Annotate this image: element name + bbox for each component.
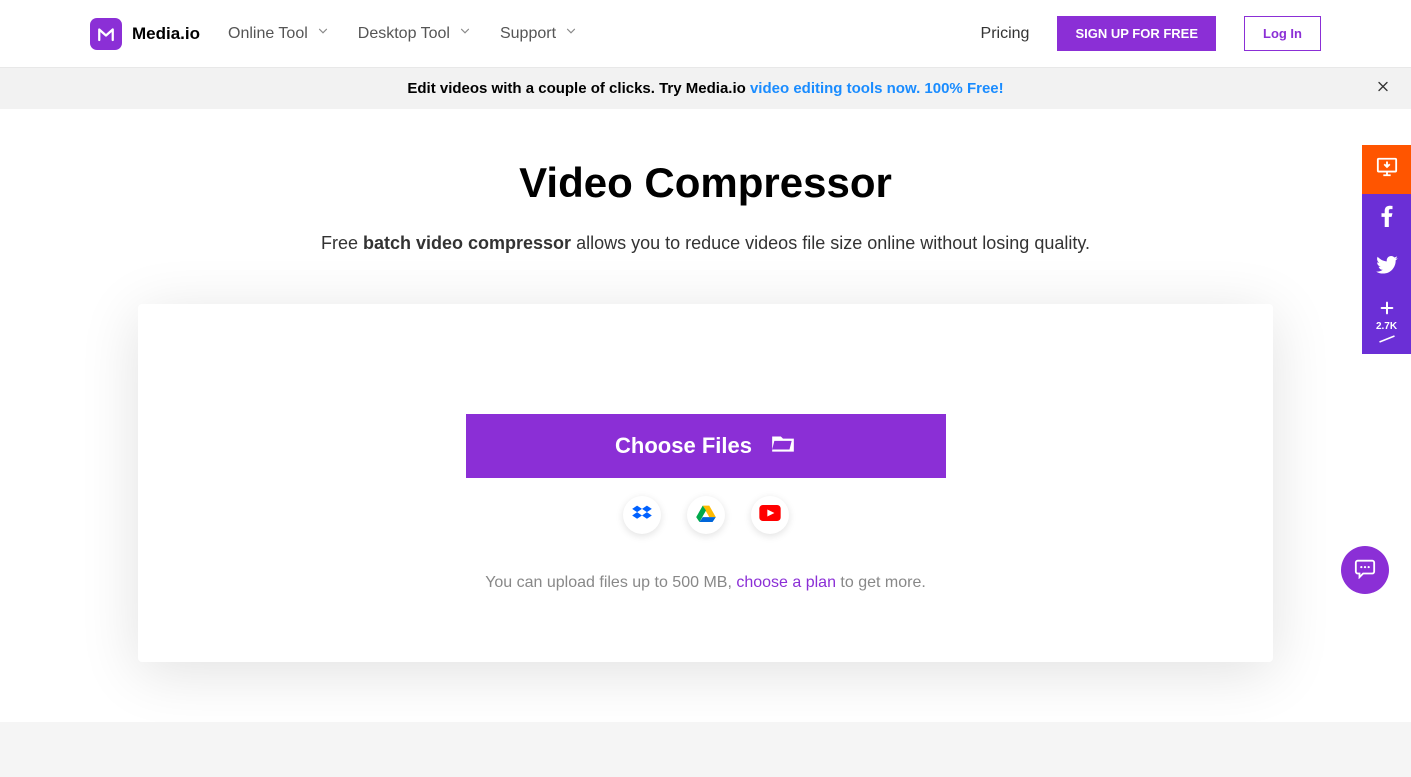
chat-icon xyxy=(1353,557,1377,584)
folder-icon xyxy=(770,432,796,460)
facebook-icon xyxy=(1381,205,1393,232)
page-title: Video Compressor xyxy=(0,159,1411,207)
nav-label: Support xyxy=(500,25,556,43)
logo[interactable]: Media.io xyxy=(90,18,200,50)
logo-icon xyxy=(90,18,122,50)
main-content: Video Compressor Free batch video compre… xyxy=(0,109,1411,722)
header-left: Media.io Online Tool Desktop Tool Suppor… xyxy=(90,18,578,50)
main-header: Media.io Online Tool Desktop Tool Suppor… xyxy=(0,0,1411,68)
social-rail: 2.7K xyxy=(1362,145,1411,354)
upload-limit-text: You can upload files up to 500 MB, choos… xyxy=(138,574,1273,592)
nav-support[interactable]: Support xyxy=(500,24,578,43)
youtube-button[interactable] xyxy=(751,496,789,534)
login-button[interactable]: Log In xyxy=(1244,16,1321,51)
choose-files-button[interactable]: Choose Files xyxy=(466,414,946,478)
google-drive-button[interactable] xyxy=(687,496,725,534)
chat-button[interactable] xyxy=(1341,546,1389,594)
header-right: Pricing SIGN UP FOR FREE Log In xyxy=(981,16,1321,51)
banner-link[interactable]: video editing tools now. 100% Free! xyxy=(750,80,1004,97)
share-arrow-icon xyxy=(1378,334,1396,347)
more-share-button[interactable]: 2.7K xyxy=(1362,292,1411,354)
page-subtitle: Free batch video compressor allows you t… xyxy=(0,233,1411,254)
monitor-download-icon xyxy=(1375,156,1399,183)
twitter-icon xyxy=(1376,256,1398,279)
nav-label: Online Tool xyxy=(228,25,308,43)
subtitle-after: allows you to reduce videos file size on… xyxy=(571,233,1090,253)
choose-label: Choose Files xyxy=(615,433,752,459)
youtube-icon xyxy=(759,505,781,526)
cloud-sources xyxy=(138,496,1273,534)
limit-before: You can upload files up to 500 MB, xyxy=(485,574,736,591)
promo-banner: Edit videos with a couple of clicks. Try… xyxy=(0,68,1411,109)
subtitle-bold: batch video compressor xyxy=(363,233,571,253)
chevron-down-icon xyxy=(564,24,578,43)
subtitle-before: Free xyxy=(321,233,363,253)
nav-label: Desktop Tool xyxy=(358,25,450,43)
limit-after: to get more. xyxy=(836,574,926,591)
nav-online-tool[interactable]: Online Tool xyxy=(228,24,330,43)
download-desktop-button[interactable] xyxy=(1362,145,1411,194)
dropbox-icon xyxy=(632,504,652,527)
facebook-share-button[interactable] xyxy=(1362,194,1411,243)
banner-text: Edit videos with a couple of clicks. Try… xyxy=(407,80,750,97)
nav-desktop-tool[interactable]: Desktop Tool xyxy=(358,24,472,43)
close-icon[interactable] xyxy=(1375,78,1391,99)
chevron-down-icon xyxy=(316,24,330,43)
google-drive-icon xyxy=(696,504,716,527)
signup-button[interactable]: SIGN UP FOR FREE xyxy=(1057,16,1216,51)
plus-icon xyxy=(1379,300,1395,319)
logo-text: Media.io xyxy=(132,24,200,44)
share-count: 2.7K xyxy=(1376,321,1397,332)
upload-card: Choose Files xyxy=(138,304,1273,662)
dropbox-button[interactable] xyxy=(623,496,661,534)
footer-space xyxy=(0,722,1411,777)
choose-plan-link[interactable]: choose a plan xyxy=(736,574,836,591)
pricing-link[interactable]: Pricing xyxy=(981,25,1030,43)
chevron-down-icon xyxy=(458,24,472,43)
twitter-share-button[interactable] xyxy=(1362,243,1411,292)
